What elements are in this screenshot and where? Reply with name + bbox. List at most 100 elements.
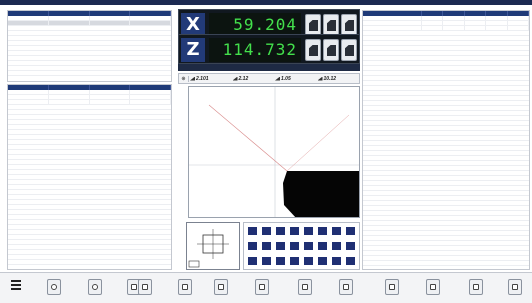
tool-icon xyxy=(332,257,341,265)
table-cell xyxy=(90,21,131,25)
tool-button[interactable] xyxy=(317,256,328,266)
report-button[interactable] xyxy=(298,279,312,295)
tool-button[interactable] xyxy=(331,241,342,251)
table-icon xyxy=(142,284,148,290)
folder-button[interactable] xyxy=(508,279,522,295)
right-panel xyxy=(362,10,530,270)
table-cell xyxy=(90,16,131,20)
clipboard-button[interactable] xyxy=(385,279,399,295)
tool-button[interactable] xyxy=(289,256,300,266)
tool-button[interactable] xyxy=(303,241,314,251)
zero-icon xyxy=(309,20,318,31)
tool-button[interactable] xyxy=(289,241,300,251)
z-value-display: 114.732 xyxy=(209,38,301,62)
tool-button[interactable] xyxy=(247,256,258,266)
chart-button[interactable] xyxy=(469,279,483,295)
table-cell xyxy=(49,90,90,94)
table-cell xyxy=(443,26,465,30)
measurement-value: 2.12 xyxy=(232,76,275,82)
tool-icon xyxy=(318,242,327,250)
print-button[interactable] xyxy=(255,279,269,295)
left-bottom-panel xyxy=(7,84,172,270)
measurement-value: 2.101 xyxy=(189,76,232,82)
tool-button[interactable] xyxy=(345,241,356,251)
table-cell xyxy=(465,21,486,25)
measurement-text: 2.12 xyxy=(238,75,249,82)
tool-icon xyxy=(248,242,257,250)
table-cell xyxy=(363,16,422,20)
bottom-toolbar xyxy=(0,272,532,303)
tool-button[interactable] xyxy=(247,241,258,251)
tool-icon xyxy=(262,257,271,265)
tool-icon xyxy=(304,242,313,250)
table-cell xyxy=(443,21,465,25)
z-corner-button[interactable] xyxy=(341,39,357,61)
copy-icon xyxy=(131,284,137,290)
tool-icon xyxy=(262,227,271,235)
tool-button[interactable] xyxy=(275,241,286,251)
table-cell xyxy=(8,90,49,94)
hamburger-menu-icon[interactable] xyxy=(11,280,21,292)
measurement-value: 10.12 xyxy=(317,76,360,82)
tool-button[interactable] xyxy=(247,226,258,236)
tool-button[interactable] xyxy=(331,256,342,266)
tool-icon xyxy=(332,227,341,235)
report-icon xyxy=(302,284,308,290)
edit-button[interactable] xyxy=(426,279,440,295)
overview-thumbnail[interactable] xyxy=(186,222,240,270)
document-icon xyxy=(218,284,224,290)
tool-icon xyxy=(290,257,299,265)
tool-button[interactable] xyxy=(317,241,328,251)
tool-button[interactable] xyxy=(261,226,272,236)
tool-button[interactable] xyxy=(261,241,272,251)
table-cell xyxy=(130,21,171,25)
table-cell xyxy=(49,100,90,104)
table-cell xyxy=(422,16,443,20)
tool-button[interactable] xyxy=(261,256,272,266)
tool-button[interactable] xyxy=(331,226,342,236)
table-cell xyxy=(8,95,49,99)
preset-icon xyxy=(327,45,336,56)
x-preset-button[interactable] xyxy=(323,14,339,36)
tool-icon xyxy=(290,227,299,235)
tool-icon xyxy=(318,227,327,235)
measure-button[interactable] xyxy=(339,279,353,295)
target-icon[interactable]: ⊕ xyxy=(179,75,189,82)
table-cell xyxy=(508,21,529,25)
table-cell xyxy=(8,16,49,20)
tool-button[interactable] xyxy=(345,226,356,236)
table-cell xyxy=(363,26,422,30)
z-preset-button[interactable] xyxy=(323,39,339,61)
tool-button[interactable] xyxy=(289,226,300,236)
table-cell xyxy=(486,26,508,30)
tool-button[interactable] xyxy=(303,256,314,266)
table-button[interactable] xyxy=(138,279,152,295)
angle-icon xyxy=(317,76,323,81)
tool-icon xyxy=(276,257,285,265)
table-cell xyxy=(465,16,486,20)
tool-icon xyxy=(332,242,341,250)
tool-button[interactable] xyxy=(275,256,286,266)
tool-button[interactable] xyxy=(345,256,356,266)
z-zero-button[interactable] xyxy=(305,39,321,61)
settings-button[interactable] xyxy=(88,279,102,295)
document-button[interactable] xyxy=(214,279,228,295)
tool-button[interactable] xyxy=(275,226,286,236)
settings-icon xyxy=(92,284,98,290)
table-cell xyxy=(8,21,49,25)
measurement-text: 2.101 xyxy=(196,75,209,82)
export-button[interactable] xyxy=(178,279,192,295)
table-cell xyxy=(90,95,131,99)
table-cell xyxy=(363,21,422,25)
record-button[interactable] xyxy=(47,279,61,295)
tool-button[interactable] xyxy=(317,226,328,236)
table-cell xyxy=(130,95,171,99)
tool-button[interactable] xyxy=(303,226,314,236)
tool-palette xyxy=(243,222,360,270)
zero-icon xyxy=(309,45,318,56)
x-corner-button[interactable] xyxy=(341,14,357,36)
profile-view[interactable] xyxy=(188,86,360,218)
empty-rows xyxy=(8,26,171,78)
x-zero-button[interactable] xyxy=(305,14,321,36)
record-icon xyxy=(51,284,57,290)
